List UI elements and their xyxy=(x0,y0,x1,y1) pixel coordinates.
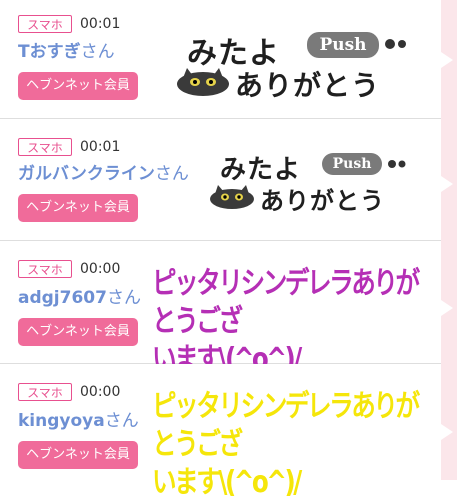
message-text: ピッタリシンデレラありがとうござ います\(^o^)/ xyxy=(152,266,420,377)
scrollbar[interactable] xyxy=(441,0,457,480)
scroll-marker xyxy=(441,424,453,440)
stamp-cat-eyes-icon xyxy=(388,160,406,168)
device-badge: スマホ xyxy=(18,260,72,278)
stamp-push-label: Push xyxy=(307,32,379,58)
stamp-cat-icon xyxy=(210,185,254,209)
member-button[interactable]: ヘブンネット会員 xyxy=(18,318,138,346)
user-name-link[interactable]: kingyoyaさん xyxy=(18,410,139,432)
device-badge: スマホ xyxy=(18,383,72,401)
honorific: さん xyxy=(104,411,139,431)
list-item: スマホ 00:01 Tおすぎさん ヘブンネット会員 みたよ Push ありがとう xyxy=(0,0,441,119)
device-badge: スマホ xyxy=(18,138,72,156)
member-button[interactable]: ヘブンネット会員 xyxy=(18,194,138,222)
stamp-cat-eyes-icon xyxy=(385,39,406,49)
scroll-marker xyxy=(441,52,453,68)
message-list: スマホ 00:01 Tおすぎさん ヘブンネット会員 みたよ Push ありがとう… xyxy=(0,0,441,500)
list-item: スマホ 00:00 adgj7607さん ヘブンネット会員 ピッタリシンデレラあ… xyxy=(0,241,441,377)
timestamp: 00:00 xyxy=(80,384,121,400)
stamp-push-label: Push xyxy=(322,153,382,175)
thanks-stamp-image: みたよ Push ありがとう xyxy=(208,149,412,215)
user-name-link[interactable]: adgj7607さん xyxy=(18,287,141,309)
scroll-marker xyxy=(441,176,453,192)
timestamp: 00:00 xyxy=(80,261,121,277)
member-button[interactable]: ヘブンネット会員 xyxy=(18,72,138,100)
stamp-cat-icon xyxy=(177,68,229,96)
timestamp: 00:01 xyxy=(80,139,121,155)
user-name: kingyoya xyxy=(18,411,105,431)
thanks-stamp-image: みたよ Push ありがとう xyxy=(175,28,415,102)
user-name: Tおすぎ xyxy=(18,42,81,62)
list-item: スマホ 00:00 kingyoyaさん ヘブンネット会員 ピッタリシンデレラあ… xyxy=(0,364,441,500)
honorific: さん xyxy=(80,42,115,62)
user-name-link[interactable]: ガルバンクラインさん xyxy=(18,163,189,185)
scroll-marker xyxy=(441,300,453,316)
device-badge: スマホ xyxy=(18,15,72,33)
stamp-text-line2: ありがとう xyxy=(260,187,385,215)
stamp-text-line2: ありがとう xyxy=(235,69,381,102)
honorific: さん xyxy=(154,164,189,184)
user-name: ガルバンクライン xyxy=(18,164,155,184)
timestamp: 00:01 xyxy=(80,16,121,32)
member-button[interactable]: ヘブンネット会員 xyxy=(18,441,138,469)
user-name: adgj7607 xyxy=(18,288,107,308)
message-text: ピッタリシンデレラありがとうござ います\(^o^)/ xyxy=(152,389,420,500)
list-item: スマホ 00:01 ガルバンクラインさん ヘブンネット会員 みたよ Push あ… xyxy=(0,119,441,241)
user-name-link[interactable]: Tおすぎさん xyxy=(18,41,115,63)
honorific: さん xyxy=(106,288,141,308)
